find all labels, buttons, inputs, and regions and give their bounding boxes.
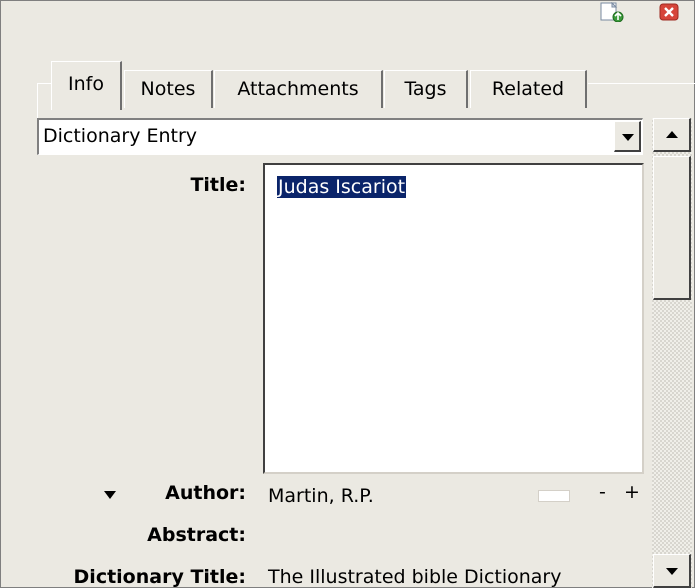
item-type-select[interactable]: Dictionary Entry (37, 118, 643, 155)
author-label: Author: (165, 482, 246, 504)
title-textarea[interactable]: Judas Iscariot (263, 163, 644, 474)
dictionary-title-label: Dictionary Title: (73, 566, 246, 588)
scroll-up-icon (666, 131, 678, 138)
tabbox-line-left (37, 83, 38, 118)
scroll-down-button[interactable] (653, 554, 691, 588)
scroll-down-icon (666, 568, 678, 575)
tab-tags[interactable]: Tags (384, 70, 468, 108)
tabbox-line-top-right (588, 83, 695, 84)
tab-attachments[interactable]: Attachments (214, 70, 383, 108)
author-value[interactable]: Martin, R.P. (268, 485, 374, 507)
new-document-icon[interactable] (599, 2, 625, 22)
tabbox-line-top-left (37, 83, 51, 84)
author-mode-toggle[interactable] (538, 490, 570, 502)
remove-creator-button[interactable]: - (599, 481, 606, 503)
title-value: Judas Iscariot (277, 176, 407, 198)
dropdown-button[interactable] (614, 121, 641, 152)
scroll-up-button[interactable] (653, 118, 691, 152)
tab-notes[interactable]: Notes (124, 70, 213, 108)
add-creator-button[interactable]: + (624, 481, 640, 503)
title-label: Title: (190, 174, 246, 196)
item-type-value: Dictionary Entry (43, 125, 198, 147)
tab-info[interactable]: Info (51, 61, 122, 110)
dictionary-title-value[interactable]: The Illustrated bible Dictionary (268, 566, 561, 588)
abstract-label: Abstract: (147, 524, 246, 546)
close-icon[interactable] (656, 2, 682, 22)
expand-triangle-icon[interactable] (104, 491, 116, 499)
scroll-thumb[interactable] (653, 156, 691, 300)
tab-related[interactable]: Related (470, 70, 587, 108)
dropdown-arrow-icon (622, 134, 634, 141)
